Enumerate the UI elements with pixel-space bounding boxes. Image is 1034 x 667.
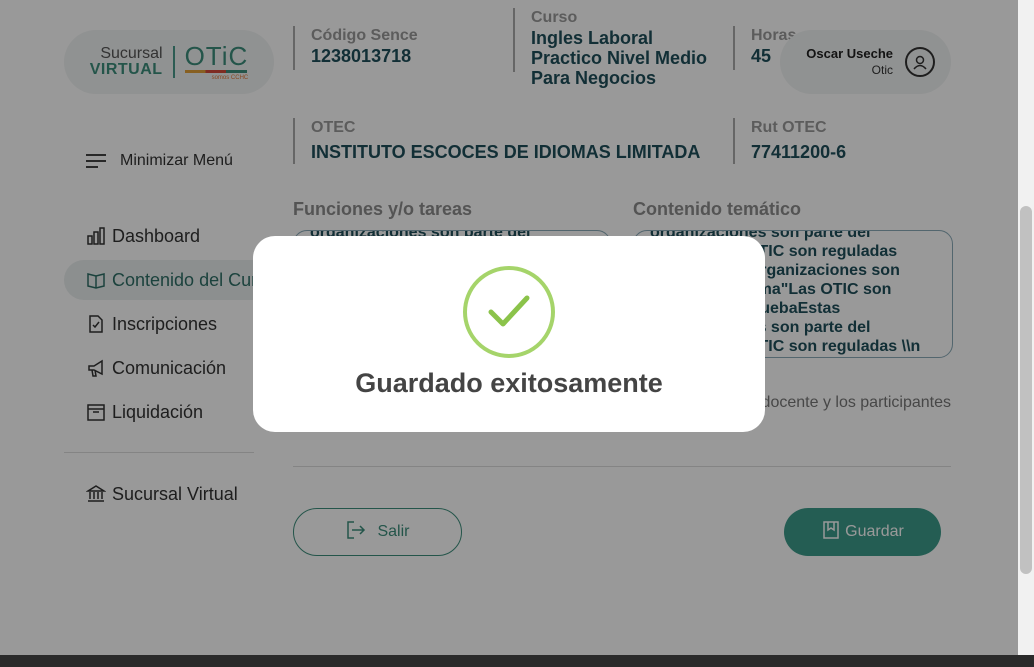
page-scrollbar[interactable] [1018,0,1034,655]
bottom-bar [0,655,1034,667]
scrollbar-thumb[interactable] [1020,206,1032,574]
success-check-icon [463,266,555,358]
success-dialog: Guardado exitosamente [253,236,765,432]
dialog-title: Guardado exitosamente [355,368,663,398]
